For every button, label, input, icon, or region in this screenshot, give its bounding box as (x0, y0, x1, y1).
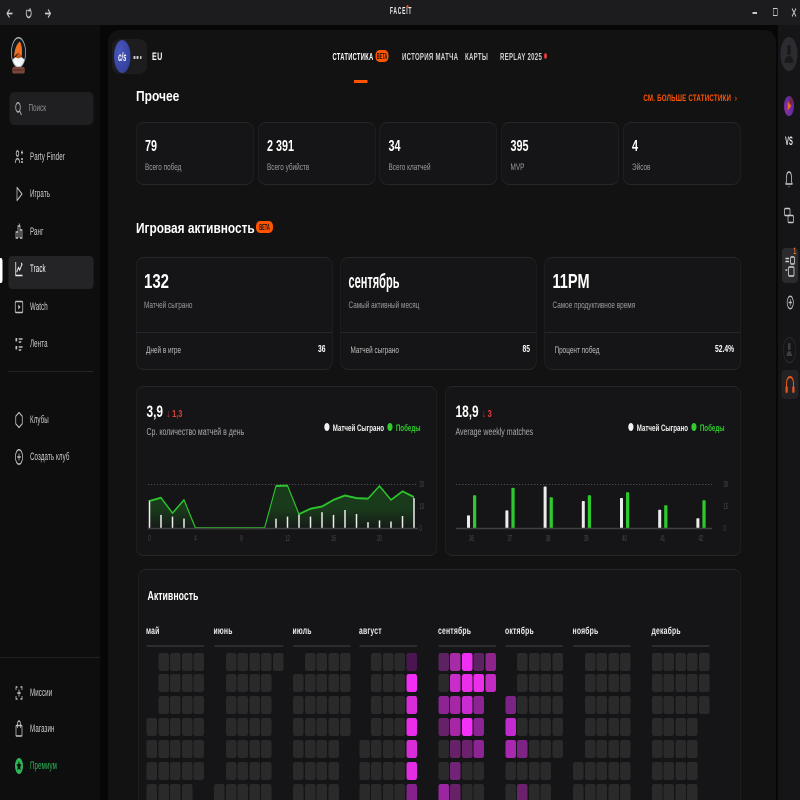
svg-text:38: 38 (546, 535, 551, 544)
svg-text:36: 36 (469, 535, 474, 544)
svg-text:20: 20 (377, 535, 382, 544)
svg-text:15: 15 (724, 503, 729, 512)
svg-text:0: 0 (724, 525, 727, 534)
svg-text:40: 40 (622, 535, 627, 544)
svg-text:8: 8 (240, 535, 243, 544)
svg-text:39: 39 (584, 535, 589, 544)
svg-text:41: 41 (660, 535, 665, 544)
svg-text:42: 42 (699, 535, 704, 544)
svg-text:4: 4 (194, 535, 197, 544)
svg-text:0: 0 (420, 525, 423, 534)
svg-text:30: 30 (724, 481, 729, 490)
svg-text:16: 16 (331, 535, 336, 544)
svg-text:0: 0 (148, 535, 151, 544)
svg-text:10: 10 (420, 503, 425, 512)
svg-text:20: 20 (420, 481, 425, 490)
svg-text:12: 12 (285, 535, 290, 544)
svg-text:37: 37 (508, 535, 513, 544)
